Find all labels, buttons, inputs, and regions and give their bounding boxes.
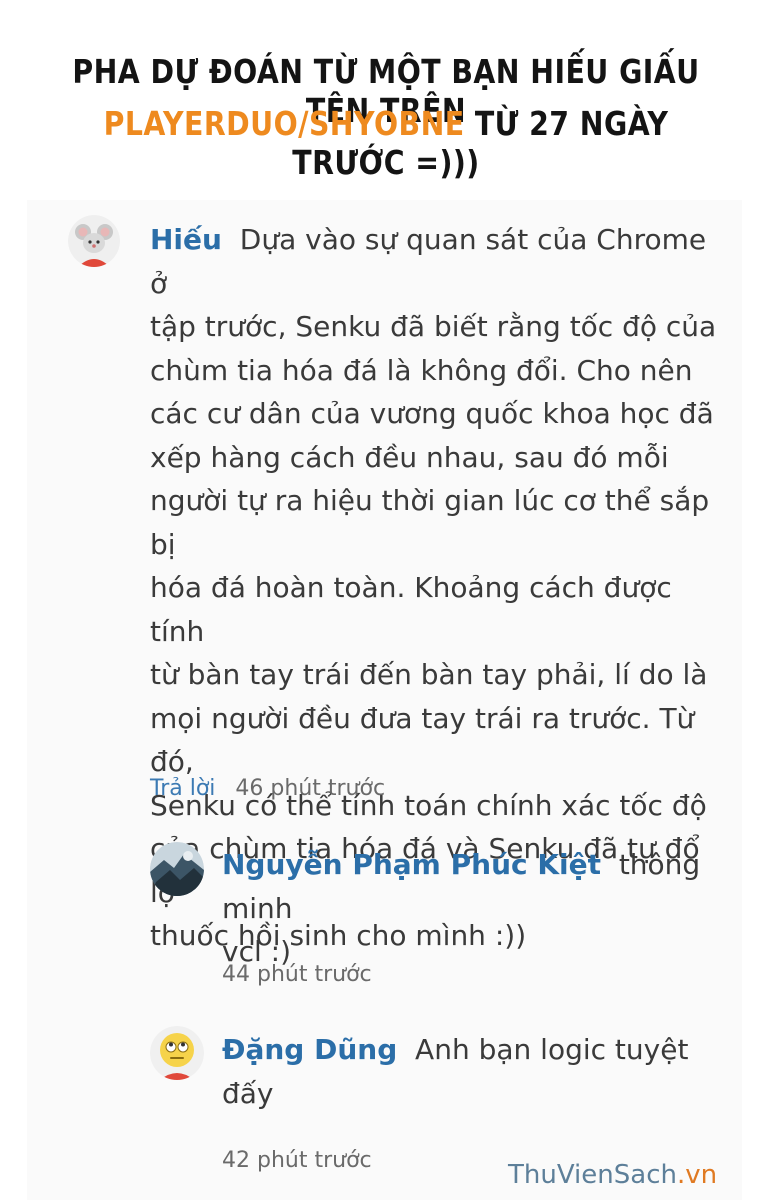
comment-line: Anh bạn logic tuyệt xyxy=(415,1033,689,1066)
mouse-emoji-icon[interactable] xyxy=(68,215,120,267)
comment-meta: Trả lời 46 phút trước xyxy=(150,776,385,801)
banner: PHA DỰ ĐOÁN TỪ MỘT BẠN HIẾU GIẤU TÊN TRÊ… xyxy=(0,0,772,200)
photo-avatar-icon[interactable] xyxy=(150,842,204,896)
comment-line: mọi người đều đưa tay trái ra trước. Từ … xyxy=(150,701,695,779)
comment-meta: 44 phút trước xyxy=(222,962,372,987)
comment-line: người tự ra hiệu thời gian lúc cơ thể sắ… xyxy=(150,484,710,561)
timestamp: 46 phút trước xyxy=(235,776,386,801)
right-margin xyxy=(742,200,772,1200)
comment-body: Nguyễn Phạm Phúc Kiệt thông minh vcl :) xyxy=(222,843,722,974)
comment-author[interactable]: Nguyễn Phạm Phúc Kiệt xyxy=(222,848,601,881)
comment-line: xếp hàng cách đều nhau, sau đó mỗi xyxy=(150,440,669,474)
reply-button[interactable]: Trả lời xyxy=(150,776,215,801)
comment-line: chùm tia hóa đá là không đổi. Cho nên xyxy=(150,353,693,387)
watermark: ThuVienSach.vn xyxy=(508,1160,717,1190)
comment-body: Đặng Dũng Anh bạn logic tuyệt đấy xyxy=(222,1028,722,1115)
comment-author[interactable]: Hiếu xyxy=(150,223,222,256)
comment-line: hóa đá hoàn toàn. Khoảng cách được tính xyxy=(150,571,672,648)
comment-line: đấy xyxy=(222,1076,274,1110)
comment-line: từ bàn tay trái đến bàn tay phải, lí do … xyxy=(150,658,708,691)
banner-line-2: PLAYERDUO/SHYOBNE TỪ 27 NGÀY TRƯỚC =))) xyxy=(54,104,718,182)
rolling-eyes-emoji-icon[interactable] xyxy=(150,1026,204,1080)
timestamp: 44 phút trước xyxy=(222,962,372,987)
comment-author[interactable]: Đặng Dũng xyxy=(222,1033,397,1066)
left-margin xyxy=(0,200,27,1200)
watermark-domain: .vn xyxy=(676,1160,718,1190)
timestamp: 42 phút trước xyxy=(222,1148,372,1173)
comment-line: Dựa vào sự quan sát của Chrome ở xyxy=(150,223,707,300)
comment-meta: 42 phút trước xyxy=(222,1148,372,1173)
comment-line: các cư dân của vương quốc khoa học đã xyxy=(150,397,714,430)
watermark-name: ThuVienSach xyxy=(508,1160,677,1190)
banner-accent-text: PLAYERDUO/SHYOBNE xyxy=(103,104,465,143)
comment-line: tập trước, Senku đã biết rằng tốc độ của xyxy=(150,310,717,343)
